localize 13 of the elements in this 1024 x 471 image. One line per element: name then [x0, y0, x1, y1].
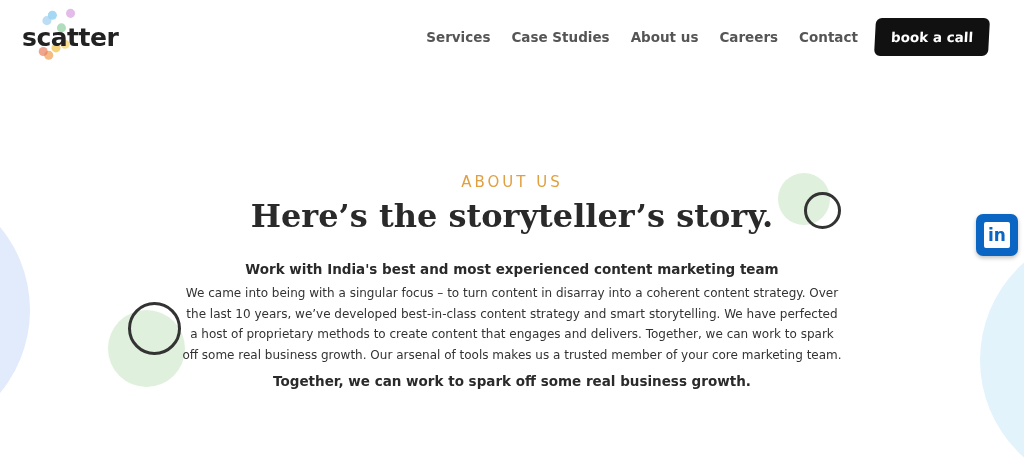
- nav-link[interactable]: Case Studies: [511, 29, 610, 45]
- nav-link[interactable]: Contact: [799, 29, 858, 45]
- section-subtitle: Work with India's best and most experienced content marketing team: [245, 261, 779, 277]
- nav-link[interactable]: Services: [426, 29, 491, 45]
- nav-link[interactable]: About us: [630, 29, 699, 45]
- logo[interactable]: scatter: [22, 22, 119, 52]
- section-title: Here’s the storyteller’s story.: [250, 197, 774, 235]
- book-call-button[interactable]: book a call: [873, 18, 990, 56]
- closing-line: Together, we can work to spark off some real business growth.: [273, 373, 751, 389]
- about-paragraph: We came into being with a singular focus – to turn content in disarray into a coherent content strategy. Over the last 10 years, we’ve developed best-in-class content strategy and smart storytelling. We have perfected a host of proprietary methods to create content that engages and delivers. Together, we can work to spark off some real business growth. Our arsenal of tools makes us a trusted member of your core marketing team.: [182, 285, 842, 364]
- linkedin-button[interactable]: in: [976, 214, 1018, 256]
- section-eyebrow: ABOUT US: [461, 173, 563, 191]
- nav-link[interactable]: Careers: [719, 29, 779, 45]
